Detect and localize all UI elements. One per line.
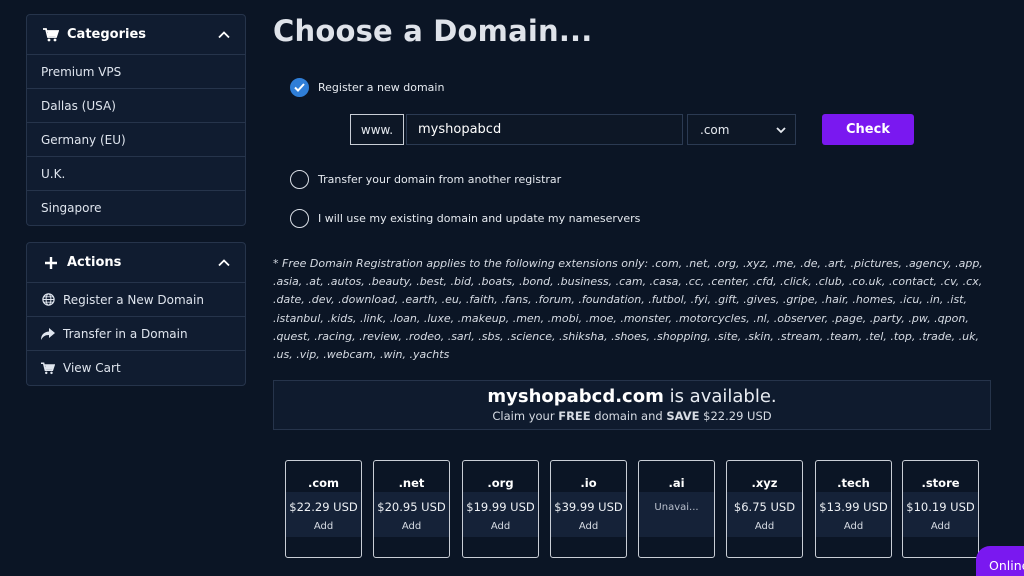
domain-input[interactable] bbox=[406, 114, 683, 145]
sidebar-item-label: Register a New Domain bbox=[63, 292, 204, 307]
tld-price: $20.95 USD bbox=[374, 492, 449, 521]
sidebar-item-label: Transfer in a Domain bbox=[63, 326, 188, 341]
check-button[interactable]: Check bbox=[822, 114, 914, 145]
tld-card-org[interactable]: .org $19.99 USD Add bbox=[462, 460, 539, 558]
tld-card-tech[interactable]: .tech $13.99 USD Add bbox=[815, 460, 892, 558]
tld-unavailable: Unavai... bbox=[639, 492, 714, 537]
tld-name: .org bbox=[487, 476, 514, 490]
chevron-down-icon bbox=[776, 123, 786, 137]
tld-name: .io bbox=[580, 476, 597, 490]
sidebar-item-label: Dallas (USA) bbox=[41, 98, 116, 113]
free-domain-note: * Free Domain Registration applies to th… bbox=[273, 257, 983, 362]
chevron-up-icon[interactable] bbox=[217, 28, 231, 42]
claim-free: FREE bbox=[558, 409, 591, 423]
tld-price: $13.99 USD bbox=[816, 492, 891, 521]
tld-card-xyz[interactable]: .xyz $6.75 USD Add bbox=[726, 460, 803, 558]
categories-panel: Categories Premium VPS Dallas (USA) Germ… bbox=[26, 14, 246, 226]
tld-name: .store bbox=[921, 476, 960, 490]
tld-price: $10.19 USD bbox=[903, 492, 978, 521]
tld-price: $19.99 USD bbox=[463, 492, 538, 521]
tld-select[interactable]: .com bbox=[687, 114, 796, 145]
sidebar-item-uk[interactable]: U.K. bbox=[27, 157, 245, 191]
live-chat-button[interactable]: Online bbox=[976, 546, 1024, 576]
register-radio[interactable] bbox=[290, 78, 309, 97]
tld-card-io[interactable]: .io $39.99 USD Add bbox=[550, 460, 627, 558]
availability-headline: myshopabcd.com is available. bbox=[274, 386, 990, 407]
cart-icon bbox=[43, 27, 59, 43]
actions-header[interactable]: Actions bbox=[27, 243, 245, 283]
tld-price: $22.29 USD bbox=[286, 492, 361, 521]
tld-name: .ai bbox=[668, 476, 685, 490]
sidebar-item-singapore[interactable]: Singapore bbox=[27, 191, 245, 225]
globe-icon bbox=[41, 293, 55, 307]
tld-price: $6.75 USD bbox=[727, 492, 802, 521]
sidebar-item-premium-vps[interactable]: Premium VPS bbox=[27, 55, 245, 89]
tld-name: .com bbox=[307, 476, 340, 490]
tld-add-button[interactable]: Add bbox=[727, 521, 802, 537]
available-domain: myshopabcd.com bbox=[487, 386, 664, 407]
domain-search-row: www. .com Check bbox=[350, 114, 914, 145]
share-arrow-icon bbox=[41, 327, 55, 341]
option-existing[interactable]: I will use my existing domain and update… bbox=[290, 209, 640, 228]
tld-card-net[interactable]: .net $20.95 USD Add bbox=[373, 460, 450, 558]
plus-icon bbox=[43, 255, 59, 271]
tld-card-ai: .ai Unavai... bbox=[638, 460, 715, 558]
option-transfer[interactable]: Transfer your domain from another regist… bbox=[290, 170, 561, 189]
www-prefix: www. bbox=[350, 114, 404, 145]
tld-add-button[interactable]: Add bbox=[551, 521, 626, 537]
availability-status: is available. bbox=[663, 386, 777, 407]
cart-icon bbox=[41, 361, 55, 375]
claim-amount: $22.29 USD bbox=[699, 409, 772, 423]
tld-price: $39.99 USD bbox=[551, 492, 626, 521]
checkmark-icon bbox=[294, 83, 305, 92]
sidebar-item-register-domain[interactable]: Register a New Domain bbox=[27, 283, 245, 317]
existing-radio[interactable] bbox=[290, 209, 309, 228]
tld-add-button[interactable]: Add bbox=[903, 521, 978, 537]
sidebar-item-label: Singapore bbox=[41, 201, 102, 215]
tld-add-button[interactable]: Add bbox=[286, 521, 361, 537]
sidebar-item-view-cart[interactable]: View Cart bbox=[27, 351, 245, 385]
availability-banner: myshopabcd.com is available. Claim your … bbox=[273, 380, 991, 430]
tld-name: .xyz bbox=[751, 476, 778, 490]
option-register[interactable]: Register a new domain bbox=[290, 78, 444, 97]
sidebar: Categories Premium VPS Dallas (USA) Germ… bbox=[26, 14, 246, 402]
tld-name: .net bbox=[398, 476, 425, 490]
tld-add-button[interactable]: Add bbox=[463, 521, 538, 537]
sidebar-item-germany[interactable]: Germany (EU) bbox=[27, 123, 245, 157]
actions-title: Actions bbox=[67, 255, 122, 270]
claim-middle: domain and bbox=[590, 409, 667, 423]
page-title: Choose a Domain... bbox=[273, 14, 593, 48]
transfer-label: Transfer your domain from another regist… bbox=[318, 173, 562, 186]
sidebar-item-transfer-domain[interactable]: Transfer in a Domain bbox=[27, 317, 245, 351]
sidebar-item-label: View Cart bbox=[63, 361, 121, 375]
tld-add-button[interactable]: Add bbox=[816, 521, 891, 537]
tld-card-com[interactable]: .com $22.29 USD Add bbox=[285, 460, 362, 558]
availability-claim: Claim your FREE domain and SAVE $22.29 U… bbox=[274, 409, 990, 423]
tld-name: .tech bbox=[837, 476, 870, 490]
tld-select-value: .com bbox=[700, 122, 730, 137]
transfer-radio[interactable] bbox=[290, 170, 309, 189]
sidebar-item-label: Premium VPS bbox=[41, 64, 122, 79]
categories-title: Categories bbox=[67, 27, 147, 42]
claim-save: SAVE bbox=[666, 409, 700, 423]
categories-header[interactable]: Categories bbox=[27, 15, 245, 55]
sidebar-item-label: U.K. bbox=[41, 166, 66, 181]
existing-label: I will use my existing domain and update… bbox=[318, 212, 641, 225]
claim-prefix: Claim your bbox=[492, 409, 559, 423]
tld-card-store[interactable]: .store $10.19 USD Add bbox=[902, 460, 979, 558]
sidebar-item-label: Germany (EU) bbox=[41, 132, 126, 147]
tld-add-button[interactable]: Add bbox=[374, 521, 449, 537]
sidebar-item-dallas[interactable]: Dallas (USA) bbox=[27, 89, 245, 123]
register-label: Register a new domain bbox=[318, 81, 445, 94]
actions-panel: Actions Register a New Domain Transfer i… bbox=[26, 242, 246, 386]
chevron-up-icon[interactable] bbox=[217, 256, 231, 270]
